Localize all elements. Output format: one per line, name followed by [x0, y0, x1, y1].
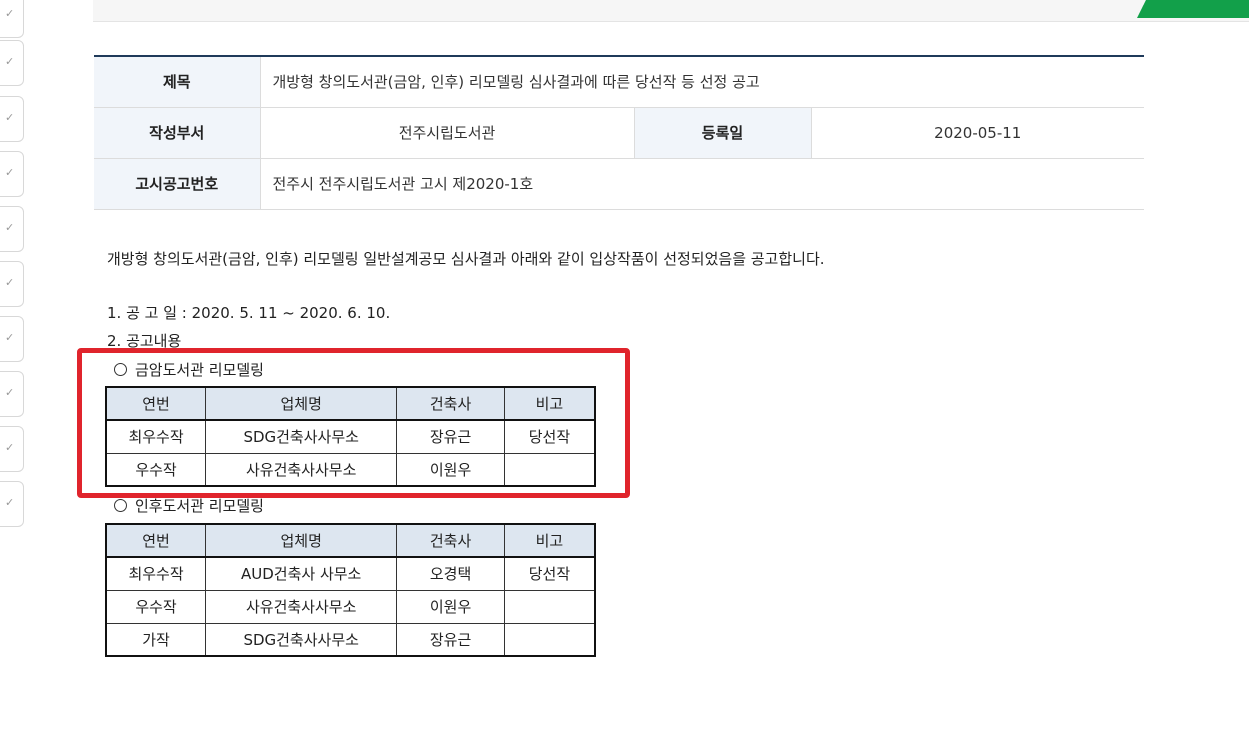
- title-row: 제목 개방형 창의도서관(금암, 인후) 리모델링 심사결과에 따른 당선작 등…: [94, 56, 1144, 108]
- top-strip: [93, 0, 1249, 22]
- table-cell: [503, 622, 596, 657]
- col-header: 연번: [105, 386, 207, 421]
- side-quick-button[interactable]: ✓: [0, 151, 24, 197]
- table-header-row: 연번 업체명 건축사 비고: [105, 386, 596, 421]
- table2-title: 인후도서관 리모델링: [114, 495, 264, 516]
- table-cell: AUD건축사 사무소: [205, 556, 398, 591]
- table-cell: 오경택: [396, 556, 505, 591]
- side-quick-button[interactable]: ✓: [0, 316, 24, 362]
- col-header: 비고: [503, 386, 596, 421]
- chevron-icon: ✓: [5, 331, 15, 344]
- table-cell: 이원우: [396, 589, 505, 624]
- side-quick-button[interactable]: ✓: [0, 40, 24, 86]
- table-cell: SDG건축사사무소: [205, 419, 398, 454]
- side-quick-button[interactable]: ✓: [0, 426, 24, 472]
- circle-bullet-icon: [114, 363, 127, 376]
- side-quick-button[interactable]: ✓: [0, 481, 24, 527]
- chevron-icon: ✓: [5, 55, 15, 68]
- table1-title: 금암도서관 리모델링: [114, 359, 264, 380]
- side-quick-button[interactable]: ✓: [0, 206, 24, 252]
- table-cell: 당선작: [503, 556, 596, 591]
- table-row: 우수작 사유건축사사무소 이원우: [105, 589, 596, 624]
- chevron-icon: ✓: [5, 496, 15, 509]
- chevron-icon: ✓: [5, 276, 15, 289]
- col-header: 업체명: [205, 386, 398, 421]
- side-quick-button[interactable]: ✓: [0, 96, 24, 142]
- side-quick-button[interactable]: ✓: [0, 261, 24, 307]
- circle-bullet-icon: [114, 499, 127, 512]
- table-cell: 최우수작: [105, 419, 207, 454]
- col-header: 업체명: [205, 523, 398, 558]
- table-cell: 최우수작: [105, 556, 207, 591]
- table-row: 가작 SDG건축사사무소 장유근: [105, 622, 596, 657]
- title-label: 제목: [94, 56, 261, 108]
- table-row: 우수작 사유건축사사무소 이원우: [105, 452, 596, 487]
- award-table-geumam: 연번 업체명 건축사 비고 최우수작 SDG건축사사무소 장유근 당선작 우수작…: [105, 386, 596, 487]
- table-header-row: 연번 업체명 건축사 비고: [105, 523, 596, 558]
- chevron-icon: ✓: [5, 111, 15, 124]
- table-cell: 사유건축사사무소: [205, 452, 398, 487]
- table-row: 최우수작 SDG건축사사무소 장유근 당선작: [105, 419, 596, 454]
- table-cell: 우수작: [105, 452, 207, 487]
- chevron-icon: ✓: [5, 221, 15, 234]
- dept-value: 전주시립도서관: [260, 107, 635, 159]
- green-tab[interactable]: [1137, 0, 1249, 18]
- chevron-icon: ✓: [5, 441, 15, 454]
- table-cell: 장유근: [396, 419, 505, 454]
- table-cell: 가작: [105, 622, 207, 657]
- chevron-icon: ✓: [5, 166, 15, 179]
- col-header: 건축사: [396, 523, 505, 558]
- title-value: 개방형 창의도서관(금암, 인후) 리모델링 심사결과에 따른 당선작 등 선정…: [260, 56, 1144, 108]
- table-cell: 사유건축사사무소: [205, 589, 398, 624]
- side-quick-button[interactable]: ✓: [0, 0, 24, 38]
- award-table-inhu: 연번 업체명 건축사 비고 최우수작 AUD건축사 사무소 오경택 당선작 우수…: [105, 523, 596, 657]
- notice-row: 고시공고번호 전주시 전주시립도서관 고시 제2020-1호: [94, 158, 1144, 210]
- period-text: 1. 공 고 일 : 2020. 5. 11 ~ 2020. 6. 10.: [107, 304, 391, 322]
- chevron-icon: ✓: [5, 386, 15, 399]
- table-row: 최우수작 AUD건축사 사무소 오경택 당선작: [105, 556, 596, 591]
- section2-text: 2. 공고내용: [107, 332, 182, 350]
- notice-label: 고시공고번호: [94, 158, 261, 210]
- table-cell: 당선작: [503, 419, 596, 454]
- table-cell: 장유근: [396, 622, 505, 657]
- table-cell: [503, 589, 596, 624]
- dept-row: 작성부서 전주시립도서관 등록일 2020-05-11: [94, 107, 1144, 159]
- side-quick-button[interactable]: ✓: [0, 371, 24, 417]
- dept-label: 작성부서: [94, 107, 261, 159]
- chevron-icon: ✓: [5, 7, 15, 20]
- post-info-table: 제목 개방형 창의도서관(금암, 인후) 리모델링 심사결과에 따른 당선작 등…: [94, 55, 1144, 210]
- col-header: 비고: [503, 523, 596, 558]
- table2-title-text: 인후도서관 리모델링: [135, 497, 264, 515]
- date-value: 2020-05-11: [811, 107, 1144, 159]
- col-header: 건축사: [396, 386, 505, 421]
- notice-value: 전주시 전주시립도서관 고시 제2020-1호: [260, 158, 1144, 210]
- table-cell: [503, 452, 596, 487]
- table1-title-text: 금암도서관 리모델링: [135, 361, 264, 379]
- date-label: 등록일: [634, 107, 812, 159]
- table-cell: SDG건축사사무소: [205, 622, 398, 657]
- col-header: 연번: [105, 523, 207, 558]
- table-cell: 우수작: [105, 589, 207, 624]
- table-cell: 이원우: [396, 452, 505, 487]
- intro-text: 개방형 창의도서관(금암, 인후) 리모델링 일반설계공모 심사결과 아래와 같…: [107, 250, 825, 268]
